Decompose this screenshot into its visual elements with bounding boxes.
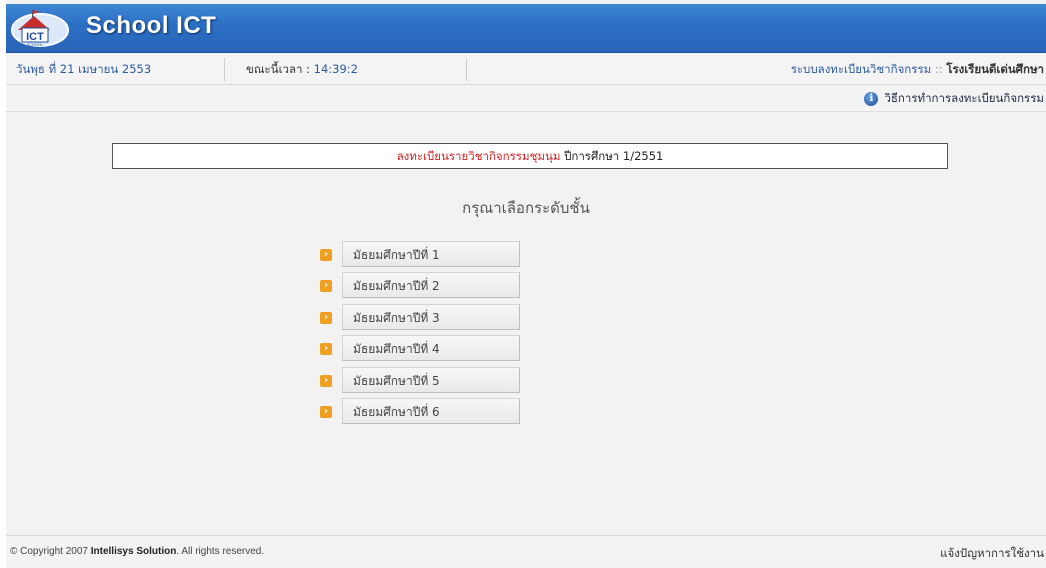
arrow-right-icon: › [320,249,332,261]
level-item: › มัธยมศึกษาปีที่ 6 [320,398,540,426]
system-info: ระบบลงทะเบียนวิชากิจกรรม :: โรงเรียนดีเด… [791,55,1044,84]
page-frame: ICT SCHOOL School ICT วันพุธ ที่ 21 เมษา… [6,0,1046,568]
level-button-6[interactable]: มัธยมศึกษาปีที่ 6 [342,398,520,424]
registration-help-link[interactable]: i วิธีการทำการลงทะเบียนกิจกรรม [864,90,1044,108]
copyright-text: © Copyright 2007 Intellisys Solution. Al… [10,546,264,557]
info-bar: วันพุธ ที่ 21 เมษายน 2553 ขณะนี้เวลา : 1… [6,55,1046,85]
notice-term: ปีการศึกษา 1/2551 [564,149,664,163]
arrow-right-icon: › [320,375,332,387]
level-button-4[interactable]: มัธยมศึกษาปีที่ 4 [342,335,520,361]
level-button-2[interactable]: มัธยมศึกษาปีที่ 2 [342,272,520,298]
level-item: › มัธยมศึกษาปีที่ 1 [320,241,540,269]
divider [224,58,225,81]
time-label: ขณะนี้เวลา : [246,62,310,76]
level-item: › มัธยมศึกษาปีที่ 3 [320,304,540,332]
copyright-rights: . All rights reserved. [176,546,265,557]
school-logo-icon: ICT SCHOOL [11,10,69,47]
app-title: School ICT [86,12,217,39]
clock: ขณะนี้เวลา : 14:39:2 [246,55,358,84]
company-name: Intellisys Solution [90,546,177,557]
select-level-prompt: กรุณาเลือกระดับชั้น [462,199,590,217]
svg-text:SCHOOL: SCHOOL [27,42,45,47]
info-icon: i [864,92,879,106]
time-value: 14:39:2 [313,62,358,76]
notice-highlight: ลงทะเบียนรายวิชากิจกรรมชุมนุม [396,149,561,163]
report-problem-link[interactable]: แจ้งปัญหาการใช้งาน [940,545,1044,563]
level-button-5[interactable]: มัธยมศึกษาปีที่ 5 [342,367,520,393]
copyright-prefix: © Copyright 2007 [10,546,88,557]
registration-notice: ลงทะเบียนรายวิชากิจกรรมชุมนุม ปีการศึกษา… [112,143,948,169]
arrow-right-icon: › [320,406,332,418]
school-logo[interactable]: ICT SCHOOL [10,8,70,48]
level-item: › มัธยมศึกษาปีที่ 5 [320,367,540,395]
level-item: › มัธยมศึกษาปีที่ 4 [320,335,540,363]
level-item: › มัธยมศึกษาปีที่ 2 [320,272,540,300]
current-date: วันพุธ ที่ 21 เมษายน 2553 [16,62,152,76]
level-button-1[interactable]: มัธยมศึกษาปีที่ 1 [342,241,520,267]
footer: © Copyright 2007 Intellisys Solution. Al… [6,535,1046,568]
arrow-right-icon: › [320,312,332,324]
help-bar: i วิธีการทำการลงทะเบียนกิจกรรม [6,85,1046,112]
school-name: โรงเรียนดีเด่นศึกษา [946,62,1044,76]
arrow-right-icon: › [320,280,332,292]
header-bar: ICT SCHOOL School ICT [6,4,1046,53]
level-button-3[interactable]: มัธยมศึกษาปีที่ 3 [342,304,520,330]
divider [466,58,467,81]
help-label: วิธีการทำการลงทะเบียนกิจกรรม [884,91,1044,105]
system-separator: :: [934,62,943,76]
system-label: ระบบลงทะเบียนวิชากิจกรรม [790,62,932,76]
arrow-right-icon: › [320,343,332,355]
